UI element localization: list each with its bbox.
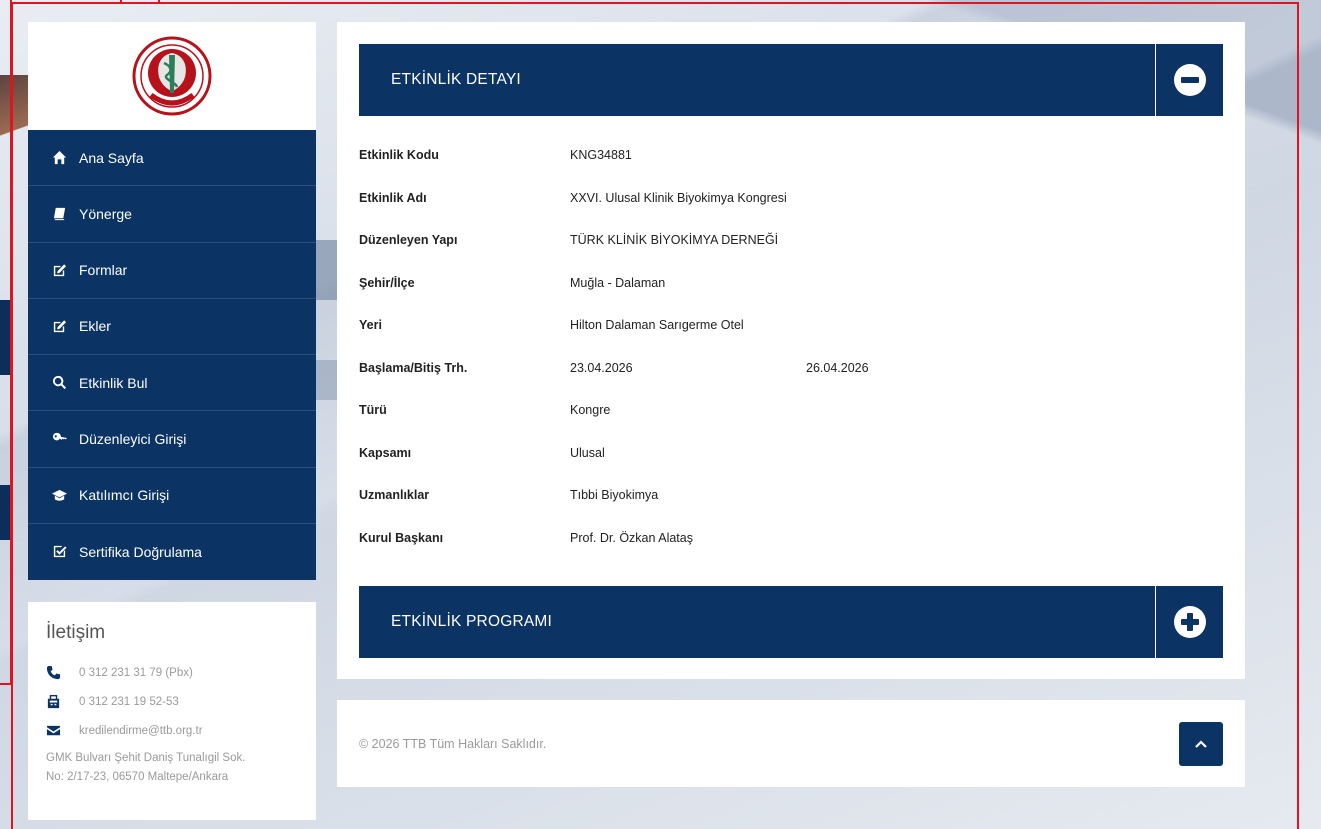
expand-button[interactable] <box>1155 586 1223 658</box>
chevron-up-icon <box>1195 739 1207 748</box>
sidebar-item-formlar[interactable]: Formlar <box>28 243 316 299</box>
detail-row: Yeri Hilton Dalaman Sarıgerme Otel <box>359 304 1223 347</box>
detail-value: TÜRK KLİNİK BİYOKİMYA DERNEĞİ <box>570 233 779 248</box>
sidebar-item-label: Formlar <box>79 262 128 279</box>
main-panel: ETKİNLİK DETAYI Etkinlik Kodu KNG34881 E… <box>337 22 1245 679</box>
detail-label: Türü <box>359 403 387 418</box>
detail-label: Kurul Başkanı <box>359 530 444 545</box>
detail-value: Prof. Dr. Özkan Alataş <box>570 530 693 545</box>
sidebar-item-etkinlik-bul[interactable]: Etkinlik Bul <box>28 355 316 412</box>
contact-email-row: kredilendirme@ttb.org.tr <box>46 716 298 745</box>
detail-value: XXVI. Ulusal Klinik Biyokimya Kongresi <box>570 190 787 205</box>
detail-value: Ulusal <box>570 445 605 460</box>
detail-row: Başlama/Bitiş Trh. 23.04.2026 26.04.2026 <box>359 347 1223 390</box>
background-decoration <box>0 75 28 165</box>
event-program-title: ETKİNLİK PROGRAMI <box>391 613 553 630</box>
event-program-header[interactable]: ETKİNLİK PROGRAMI <box>359 586 1223 658</box>
sidebar-item-ana-sayfa[interactable]: Ana Sayfa <box>28 130 316 187</box>
footer: © 2026 TTB Tüm Hakları Saklıdır. <box>337 700 1245 787</box>
address-line-1: GMK Bulvarı Şehit Daniş Tunalıgil Sok. <box>46 752 246 764</box>
background-decoration <box>0 485 12 540</box>
book-icon <box>53 208 66 221</box>
scroll-to-top-button[interactable] <box>1179 721 1223 766</box>
graduation-cap-icon <box>52 489 67 501</box>
contact-fax: 0 312 231 19 52-53 <box>79 695 179 708</box>
detail-row: Uzmanlıklar Tıbbi Biyokimya <box>359 474 1223 517</box>
contact-fax-row: 0 312 231 19 52-53 <box>46 687 298 716</box>
search-icon <box>53 376 67 390</box>
contact-box: İletişim 0 312 231 31 79 (Pbx) 0 312 231… <box>28 602 316 820</box>
detail-value: Tıbbi Biyokimya <box>570 488 659 503</box>
sidebar-item-label: Sertifika Doğrulama <box>79 543 202 560</box>
contact-title: İletişim <box>46 622 106 643</box>
detail-row: Etkinlik Adı XXVI. Ulusal Klinik Biyokim… <box>359 177 1223 220</box>
plus-circle-icon <box>1173 606 1206 638</box>
background-decoration <box>0 300 12 375</box>
detail-row: Kapsamı Ulusal <box>359 432 1223 475</box>
detail-label: Etkinlik Kodu <box>359 148 439 163</box>
sidebar-item-label: Katılımcı Girişi <box>79 487 170 504</box>
sidebar-item-label: Düzenleyici Girişi <box>79 430 187 447</box>
detail-label: Uzmanlıklar <box>359 488 430 503</box>
key-icon <box>52 433 67 441</box>
contact-phone-row: 0 312 231 31 79 (Pbx) <box>46 658 298 687</box>
detail-value: Hilton Dalaman Sarıgerme Otel <box>570 318 744 333</box>
edit-icon <box>53 320 67 332</box>
detail-label: Düzenleyen Yapı <box>359 233 458 248</box>
edit-icon <box>53 264 67 276</box>
detail-value-2: 26.04.2026 <box>806 360 869 375</box>
event-detail-header[interactable]: ETKİNLİK DETAYI <box>359 44 1223 116</box>
sidebar-item-label: Etkinlik Bul <box>79 374 148 391</box>
detail-label: Şehir/İlçe <box>359 275 415 290</box>
event-detail-title: ETKİNLİK DETAYI <box>391 71 521 88</box>
ttb-logo-icon <box>132 36 212 116</box>
detail-row: Şehir/İlçe Muğla - Dalaman <box>359 262 1223 305</box>
home-icon <box>52 151 67 165</box>
contact-phone[interactable]: 0 312 231 31 79 (Pbx) <box>79 667 193 679</box>
background-decoration <box>316 360 338 400</box>
sidebar-item-duzenleyici-girisi[interactable]: Düzenleyici Girişi <box>28 411 316 468</box>
phone-icon <box>46 665 61 680</box>
event-detail-table: Etkinlik Kodu KNG34881 Etkinlik Adı XXVI… <box>359 134 1223 559</box>
envelope-icon <box>46 725 61 736</box>
sidebar-item-label: Yönerge <box>79 205 132 222</box>
sidebar-item-ekler[interactable]: Ekler <box>28 299 316 355</box>
detail-label: Yeri <box>359 318 382 333</box>
check-square-icon <box>53 546 67 558</box>
fax-icon <box>47 694 60 709</box>
detail-value: Muğla - Dalaman <box>570 275 666 290</box>
sidebar-item-label: Ekler <box>79 318 111 335</box>
detail-label: Kapsamı <box>359 445 412 460</box>
detail-label: Etkinlik Adı <box>359 190 427 205</box>
contact-address: GMK Bulvarı Şehit Daniş Tunalıgil Sok. N… <box>46 749 298 787</box>
detail-value: Kongre <box>570 403 611 418</box>
detail-value: KNG34881 <box>570 148 632 163</box>
sidebar-item-katilimci-girisi[interactable]: Katılımcı Girişi <box>28 468 316 524</box>
background-decoration <box>316 240 338 300</box>
sidebar-item-yonerge[interactable]: Yönerge <box>28 186 316 243</box>
sidebar-nav: Ana Sayfa Yönerge Formlar Ekler Etkinlik… <box>28 130 316 580</box>
minus-circle-icon <box>1173 64 1206 96</box>
address-line-2: No: 2/17-23, 06570 Maltepe/Ankara <box>46 771 229 783</box>
detail-label: Başlama/Bitiş Trh. <box>359 360 468 375</box>
sidebar-item-sertifika-dogrulama[interactable]: Sertifika Doğrulama <box>28 524 316 580</box>
detail-row: Etkinlik Kodu KNG34881 <box>359 134 1223 177</box>
copyright-text: © 2026 TTB Tüm Hakları Saklıdır. <box>359 736 547 751</box>
detail-value: 23.04.2026 <box>570 360 633 375</box>
detail-row: Düzenleyen Yapı TÜRK KLİNİK BİYOKİMYA DE… <box>359 219 1223 262</box>
sidebar-item-label: Ana Sayfa <box>79 149 144 166</box>
detail-row: Kurul Başkanı Prof. Dr. Özkan Alataş <box>359 517 1223 560</box>
detail-row: Türü Kongre <box>359 389 1223 432</box>
collapse-button[interactable] <box>1155 44 1223 116</box>
logo-container[interactable] <box>28 22 316 130</box>
contact-email[interactable]: kredilendirme@ttb.org.tr <box>79 725 203 737</box>
